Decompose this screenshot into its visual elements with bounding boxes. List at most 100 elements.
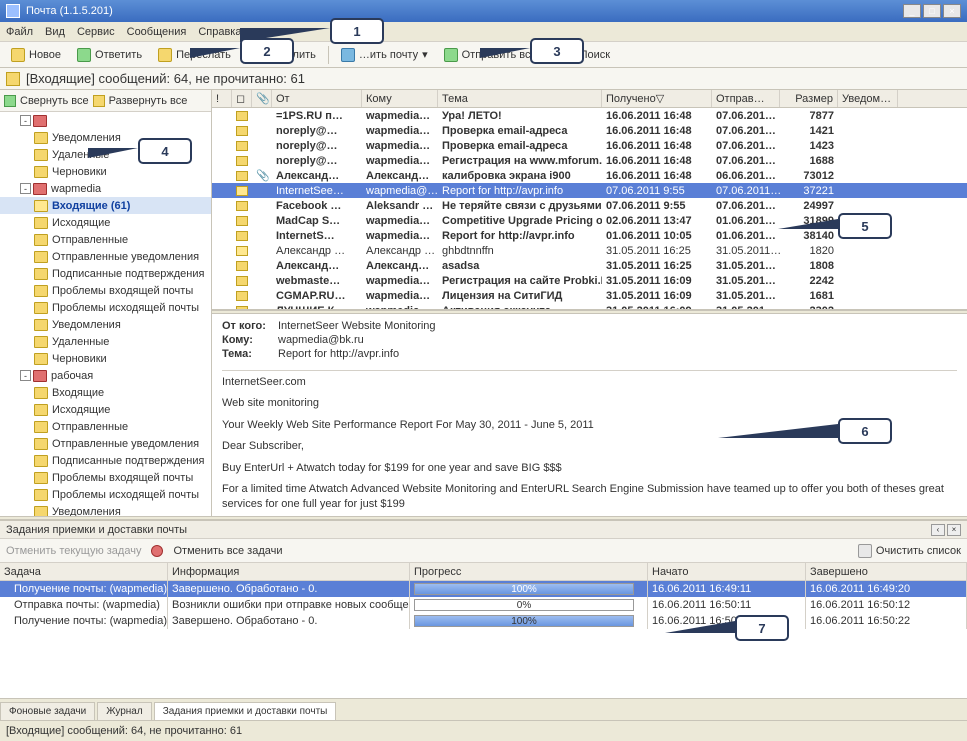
folder-icon [34, 268, 48, 280]
folder-icon [34, 217, 48, 229]
expand-all-icon[interactable] [93, 95, 105, 107]
tree-item[interactable]: - [0, 112, 211, 129]
message-row[interactable]: ЛУЧШИЕ К…wapmedia…Активация аккаунта31.0… [212, 303, 967, 310]
col-size[interactable]: Размер [780, 90, 838, 107]
task-row[interactable]: Получение почты: (wapmedia)Завершено. Об… [0, 581, 967, 597]
message-row[interactable]: Александ…Александ…asadsa31.05.2011 16:25… [212, 258, 967, 273]
bottom-tab[interactable]: Фоновые задачи [0, 702, 95, 720]
bottom-tab[interactable]: Задания приемки и доставки почты [154, 702, 337, 720]
collapse-all-icon[interactable] [4, 95, 16, 107]
cancel-all-tasks-button[interactable]: Отменить все задачи [173, 545, 282, 557]
tree-item[interactable]: Проблемы исходящей почты [0, 299, 211, 316]
tree-item[interactable]: Отправленные уведомления [0, 435, 211, 452]
folder-icon [34, 438, 48, 450]
chevron-down-icon: ▾ [422, 48, 428, 61]
col-received[interactable]: Получено ▽ [602, 90, 712, 107]
col-notify[interactable]: Уведом… [838, 90, 898, 107]
folder-icon [34, 387, 48, 399]
tcol-info[interactable]: Информация [168, 563, 410, 580]
message-row[interactable]: noreply@…wapmedia…Регистрация на www.mfo… [212, 153, 967, 168]
expand-toggle[interactable]: - [20, 370, 31, 381]
tcol-progress[interactable]: Прогресс [410, 563, 648, 580]
expand-all-button[interactable]: Развернуть все [109, 95, 188, 107]
tree-item[interactable]: Отправленные уведомления [0, 248, 211, 265]
tcol-ended[interactable]: Завершено [806, 563, 967, 580]
tree-item[interactable]: Проблемы исходящей почты [0, 486, 211, 503]
new-button[interactable]: Новое [4, 45, 68, 65]
tree-item[interactable]: Отправленные [0, 418, 211, 435]
tree-item[interactable]: Отправленные [0, 231, 211, 248]
tree-item[interactable]: Исходящие [0, 401, 211, 418]
col-from[interactable]: От [272, 90, 362, 107]
tree-item[interactable]: Исходящие [0, 214, 211, 231]
callout-1: 1 [330, 18, 384, 44]
reply-button[interactable]: Ответить [70, 45, 149, 65]
app-icon [6, 4, 20, 18]
tree-item[interactable]: Уведомления [0, 503, 211, 516]
col-sent[interactable]: Отправ… [712, 90, 780, 107]
bottom-tab[interactable]: Журнал [97, 702, 152, 720]
close-button[interactable]: × [943, 4, 961, 18]
message-row[interactable]: noreply@…wapmedia…Проверка email-адреса1… [212, 123, 967, 138]
col-to[interactable]: Кому [362, 90, 438, 107]
tasks-list[interactable]: Получение почты: (wapmedia)Завершено. Об… [0, 581, 967, 698]
expand-toggle[interactable]: - [20, 183, 31, 194]
message-row[interactable]: webmaste…wapmedia…Регистрация на сайте P… [212, 273, 967, 288]
tasks-min-button[interactable]: ‹ [931, 524, 945, 536]
menu-справка[interactable]: Справка [198, 26, 241, 38]
message-row[interactable]: CGMAP.RU…wapmedia…Лицензия на СитиГИД31.… [212, 288, 967, 303]
tree-item[interactable]: -wapmedia [0, 180, 211, 197]
reply-icon [77, 48, 91, 62]
collapse-all-button[interactable]: Свернуть все [20, 95, 89, 107]
menu-файл[interactable]: Файл [6, 26, 33, 38]
callout-2: 2 [240, 38, 294, 64]
tree-item[interactable]: Входящие [0, 384, 211, 401]
message-row[interactable]: 📎Александ…Александ…калибровка экрана i90… [212, 168, 967, 183]
tree-item[interactable]: Проблемы входящей почты [0, 282, 211, 299]
message-list[interactable]: =1PS.RU п…wapmedia…Ура! ЛЕТО!16.06.2011 … [212, 108, 967, 310]
tcol-task[interactable]: Задача [0, 563, 168, 580]
col-attach[interactable]: 📎 [252, 90, 272, 107]
minimize-button[interactable]: _ [903, 4, 921, 18]
tree-item[interactable]: Подписанные подтверждения [0, 265, 211, 282]
expand-toggle[interactable]: - [20, 115, 31, 126]
envelope-icon [236, 201, 248, 211]
folder-icon [6, 72, 20, 86]
tree-item[interactable]: Входящие (61) [0, 197, 211, 214]
folder-tree[interactable]: -УведомленияУдаленныеЧерновики-wapmediaВ… [0, 112, 211, 516]
col-flag[interactable]: ! [212, 90, 232, 107]
message-row[interactable]: =1PS.RU п…wapmedia…Ура! ЛЕТО!16.06.2011 … [212, 108, 967, 123]
col-subject[interactable]: Тема [438, 90, 602, 107]
task-row[interactable]: Получение почты: (wapmedia)Завершено. Об… [0, 613, 967, 629]
tree-item[interactable]: Черновики [0, 350, 211, 367]
tree-item[interactable]: Подписанные подтверждения [0, 452, 211, 469]
menu-сервис[interactable]: Сервис [77, 26, 115, 38]
task-row[interactable]: Отправка почты: (wapmedia)Возникли ошибк… [0, 597, 967, 613]
envelope-icon [236, 261, 248, 271]
maximize-button[interactable]: □ [923, 4, 941, 18]
menu-сообщения[interactable]: Сообщения [127, 26, 187, 38]
tasks-close-button[interactable]: × [947, 524, 961, 536]
envelope-icon [236, 246, 248, 256]
tree-item[interactable]: Удаленные [0, 333, 211, 350]
message-row[interactable]: noreply@…wapmedia…Проверка email-адреса1… [212, 138, 967, 153]
tcol-started[interactable]: Начато [648, 563, 806, 580]
message-row[interactable]: Facebook …Aleksandr …Не теряйте связи с … [212, 198, 967, 213]
tree-item[interactable]: -рабочая [0, 367, 211, 384]
get-mail-button[interactable]: …ить почту ▾ [334, 45, 435, 65]
message-list-header[interactable]: ! ◻ 📎 От Кому Тема Получено ▽ Отправ… Ра… [212, 90, 967, 108]
folder-icon [34, 336, 48, 348]
clear-list-button[interactable]: Очистить список [876, 545, 961, 557]
envelope-icon [236, 276, 248, 286]
envelope-icon [236, 216, 248, 226]
message-row[interactable]: Александр …Александр …ghbdtnnffn31.05.20… [212, 243, 967, 258]
folder-info-text: [Входящие] сообщений: 64, не прочитанно:… [26, 71, 305, 86]
folder-icon [34, 234, 48, 246]
message-row[interactable]: InternetSee…wapmedia@…Report for http://… [212, 183, 967, 198]
tree-item[interactable]: Черновики [0, 163, 211, 180]
col-read[interactable]: ◻ [232, 90, 252, 107]
menu-вид[interactable]: Вид [45, 26, 65, 38]
cancel-current-task-button[interactable]: Отменить текущую задачу [6, 545, 141, 557]
tree-item[interactable]: Проблемы входящей почты [0, 469, 211, 486]
tree-item[interactable]: Уведомления [0, 316, 211, 333]
